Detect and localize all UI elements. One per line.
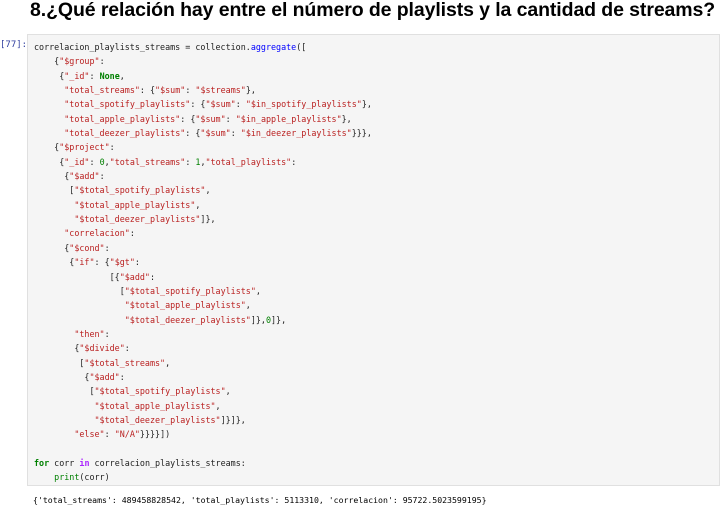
- code-line: [{"$add":: [34, 271, 156, 282]
- section-heading: 8.¿Qué relación hay entre el número de p…: [30, 0, 716, 21]
- code-line: print(corr): [54, 472, 110, 483]
- code-block[interactable]: correlacion_playlists_streams = collecti…: [34, 40, 372, 485]
- code-line: "total_streams": {"$sum": "$streams"},: [64, 85, 256, 96]
- code-line: correlacion_playlists_streams = collecti…: [34, 42, 307, 52]
- code-cell-editor[interactable]: correlacion_playlists_streams = collecti…: [27, 34, 720, 486]
- code-line: ["$total_streams",: [34, 357, 171, 368]
- code-line: "$total_apple_playlists",: [94, 400, 221, 411]
- code-line: {"$cond":: [34, 242, 110, 253]
- cell-execution-count: [77]:: [0, 40, 28, 50]
- code-line: ["$total_spotify_playlists",: [34, 285, 261, 296]
- code-line: "correlacion":: [64, 228, 135, 239]
- code-line: "else": "N/A"}}}}]): [74, 429, 171, 440]
- code-line: "$total_deezer_playlists"]},0]},: [124, 314, 287, 325]
- code-line: "$total_apple_playlists",: [74, 199, 201, 210]
- code-line: {"if": {"$gt":: [34, 257, 140, 268]
- code-line: {"_id": 0,"total_streams": 1,"total_play…: [34, 156, 297, 167]
- code-line: {"_id": None,: [34, 70, 125, 81]
- code-line: {"$add":: [34, 371, 125, 382]
- code-line: "$total_deezer_playlists"]}]},: [94, 414, 246, 425]
- code-line: {"$group":: [34, 56, 105, 67]
- code-line: "total_spotify_playlists": {"$sum": "$in…: [64, 99, 372, 110]
- cell-output: {'total_streams': 489458828542, 'total_p…: [33, 495, 487, 505]
- code-line: {"$divide":: [34, 343, 130, 354]
- code-line: ["$total_spotify_playlists",: [34, 185, 211, 196]
- code-line: "then":: [74, 328, 110, 339]
- code-line: "$total_apple_playlists",: [124, 300, 251, 311]
- code-line: {"$project":: [34, 142, 115, 153]
- code-line: for corr in correlacion_playlists_stream…: [34, 457, 246, 468]
- code-line: "$total_deezer_playlists"]},: [74, 214, 216, 225]
- code-line: ["$total_spotify_playlists",: [34, 386, 231, 397]
- code-line: "total_apple_playlists": {"$sum": "$in_a…: [64, 113, 352, 124]
- code-line: {"$add":: [34, 171, 105, 182]
- code-line: "total_deezer_playlists": {"$sum": "$in_…: [64, 128, 372, 139]
- code-line: ​: [34, 442, 372, 456]
